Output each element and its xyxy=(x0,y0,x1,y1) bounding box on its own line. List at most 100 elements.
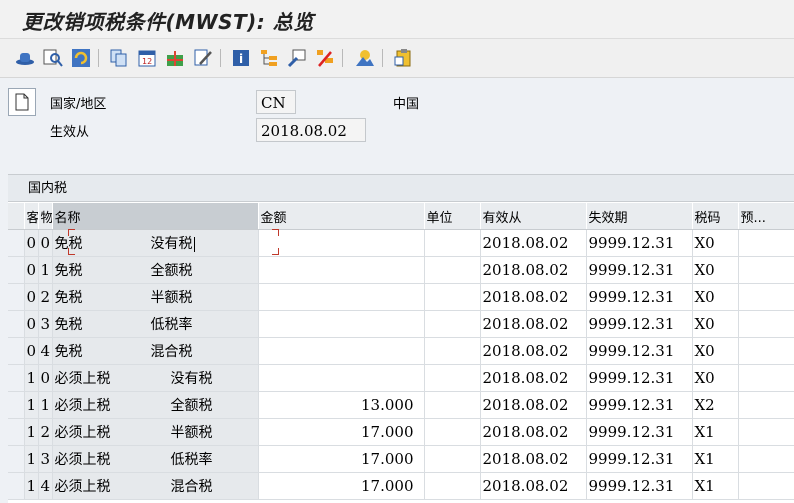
extra-cell[interactable] xyxy=(738,256,794,284)
amount-cell[interactable] xyxy=(258,337,425,365)
tree-icon[interactable] xyxy=(258,47,280,69)
name-cell[interactable]: 必须上税 低税率 xyxy=(52,445,259,473)
extra-cell[interactable] xyxy=(738,364,794,392)
valid-to-cell[interactable]: 9999.12.31 xyxy=(586,391,693,419)
valid-to-cell[interactable]: 9999.12.31 xyxy=(586,445,693,473)
row-selector[interactable] xyxy=(8,364,25,392)
unit-cell[interactable] xyxy=(424,418,481,446)
document-icon[interactable] xyxy=(8,88,36,116)
tax-code-cell[interactable]: X0 xyxy=(692,229,739,257)
table-row[interactable]: 1 4 必须上税 混合税 17.000 2018.08.02 9999.12.31 X1 xyxy=(8,472,794,500)
amount-cell[interactable]: 13.000 xyxy=(258,391,425,419)
name-cell[interactable]: 免税 半额税 xyxy=(52,283,259,311)
calendar-icon[interactable]: 12 xyxy=(136,47,158,69)
extra-cell[interactable] xyxy=(738,229,794,257)
row-selector[interactable] xyxy=(8,418,25,446)
column-header-tax-code[interactable]: 税码 xyxy=(692,203,739,230)
name-cell[interactable]: 必须上税 没有税 xyxy=(52,364,259,392)
tax-code-cell[interactable]: X2 xyxy=(692,391,739,419)
landscape-icon[interactable] xyxy=(354,47,376,69)
valid-to-cell[interactable]: 9999.12.31 xyxy=(586,283,693,311)
name-cell[interactable]: 必须上税 混合税 xyxy=(52,472,259,500)
name-cell[interactable]: 必须上税 全额税 xyxy=(52,391,259,419)
customer-key-cell[interactable]: 0 xyxy=(24,337,39,365)
material-key-cell[interactable]: 0 xyxy=(38,364,53,392)
customer-key-cell[interactable]: 0 xyxy=(24,229,39,257)
tax-code-cell[interactable]: X0 xyxy=(692,310,739,338)
extra-cell[interactable] xyxy=(738,472,794,500)
hat-icon[interactable] xyxy=(14,47,36,69)
customer-key-cell[interactable]: 1 xyxy=(24,364,39,392)
unit-cell[interactable] xyxy=(424,256,481,284)
table-row[interactable]: 0 3 免税 低税率 2018.08.02 9999.12.31 X0 xyxy=(8,310,794,338)
valid-from-cell[interactable]: 2018.08.02 xyxy=(480,337,587,365)
clipboard-icon[interactable] xyxy=(392,47,414,69)
customer-key-cell[interactable]: 0 xyxy=(24,283,39,311)
row-selector[interactable] xyxy=(8,472,25,500)
extra-cell[interactable] xyxy=(738,445,794,473)
copy-icon[interactable] xyxy=(108,47,130,69)
country-field[interactable]: CN xyxy=(256,90,296,114)
unit-cell[interactable] xyxy=(424,391,481,419)
table-row[interactable]: 0 4 免税 混合税 2018.08.02 9999.12.31 X0 xyxy=(8,337,794,365)
valid-to-cell[interactable]: 9999.12.31 xyxy=(586,472,693,500)
row-selector[interactable] xyxy=(8,391,25,419)
export-icon[interactable] xyxy=(286,47,308,69)
refresh-icon[interactable] xyxy=(70,47,92,69)
customer-key-cell[interactable]: 0 xyxy=(24,256,39,284)
table-row[interactable]: 0 2 免税 半额税 2018.08.02 9999.12.31 X0 xyxy=(8,283,794,311)
name-cell[interactable]: 免税 没有税 xyxy=(52,229,259,257)
extra-cell[interactable] xyxy=(738,391,794,419)
row-selector[interactable] xyxy=(8,283,25,311)
column-header-unit[interactable]: 单位 xyxy=(424,203,481,230)
info-icon[interactable]: i xyxy=(230,47,252,69)
column-header-valid-from[interactable]: 有效从 xyxy=(480,203,587,230)
valid-from-cell[interactable]: 2018.08.02 xyxy=(480,229,587,257)
amount-cell[interactable] xyxy=(258,229,425,257)
table-row[interactable]: 1 1 必须上税 全额税 13.000 2018.08.02 9999.12.31 X2 xyxy=(8,391,794,419)
tax-code-cell[interactable]: X0 xyxy=(692,283,739,311)
column-header-valid-to[interactable]: 失效期 xyxy=(586,203,693,230)
valid-from-cell[interactable]: 2018.08.02 xyxy=(480,256,587,284)
amount-cell[interactable] xyxy=(258,364,425,392)
tax-code-cell[interactable]: X0 xyxy=(692,256,739,284)
amount-cell[interactable]: 17.000 xyxy=(258,472,425,500)
valid-from-cell[interactable]: 2018.08.02 xyxy=(480,310,587,338)
unit-cell[interactable] xyxy=(424,364,481,392)
valid-to-cell[interactable]: 9999.12.31 xyxy=(586,229,693,257)
extra-cell[interactable] xyxy=(738,283,794,311)
amount-cell[interactable]: 17.000 xyxy=(258,445,425,473)
table-row[interactable]: 1 0 必须上税 没有税 2018.08.02 9999.12.31 X0 xyxy=(8,364,794,392)
name-cell[interactable]: 免税 全额税 xyxy=(52,256,259,284)
valid-from-cell[interactable]: 2018.08.02 xyxy=(480,391,587,419)
valid-to-cell[interactable]: 9999.12.31 xyxy=(586,364,693,392)
row-selector[interactable] xyxy=(8,337,25,365)
name-cell[interactable]: 必须上税 半额税 xyxy=(52,418,259,446)
customer-key-cell[interactable]: 1 xyxy=(24,418,39,446)
unit-cell[interactable] xyxy=(424,472,481,500)
valid-to-cell[interactable]: 9999.12.31 xyxy=(586,418,693,446)
material-key-cell[interactable]: 3 xyxy=(38,445,53,473)
find-icon[interactable] xyxy=(42,47,64,69)
column-header-customer[interactable]: 客 xyxy=(24,203,39,230)
customer-key-cell[interactable]: 1 xyxy=(24,445,39,473)
table-row[interactable]: 1 3 必须上税 低税率 17.000 2018.08.02 9999.12.31 X1 xyxy=(8,445,794,473)
tax-code-cell[interactable]: X0 xyxy=(692,337,739,365)
valid-to-cell[interactable]: 9999.12.31 xyxy=(586,337,693,365)
material-key-cell[interactable]: 4 xyxy=(38,472,53,500)
customer-key-cell[interactable]: 1 xyxy=(24,391,39,419)
delete-icon[interactable] xyxy=(314,47,336,69)
valid-from-cell[interactable]: 2018.08.02 xyxy=(480,445,587,473)
extra-cell[interactable] xyxy=(738,310,794,338)
gift-icon[interactable] xyxy=(164,47,186,69)
unit-cell[interactable] xyxy=(424,229,481,257)
table-row[interactable]: 1 2 必须上税 半额税 17.000 2018.08.02 9999.12.31 X1 xyxy=(8,418,794,446)
table-row[interactable]: 0 0 免税 没有税 2018.08.02 9999.12.31 X0 xyxy=(8,229,794,257)
material-key-cell[interactable]: 1 xyxy=(38,391,53,419)
edit-icon[interactable] xyxy=(192,47,214,69)
column-header-name[interactable]: 名称 xyxy=(52,203,259,230)
row-selector[interactable] xyxy=(8,256,25,284)
valid-from-cell[interactable]: 2018.08.02 xyxy=(480,472,587,500)
material-key-cell[interactable]: 2 xyxy=(38,283,53,311)
row-selector[interactable] xyxy=(8,445,25,473)
